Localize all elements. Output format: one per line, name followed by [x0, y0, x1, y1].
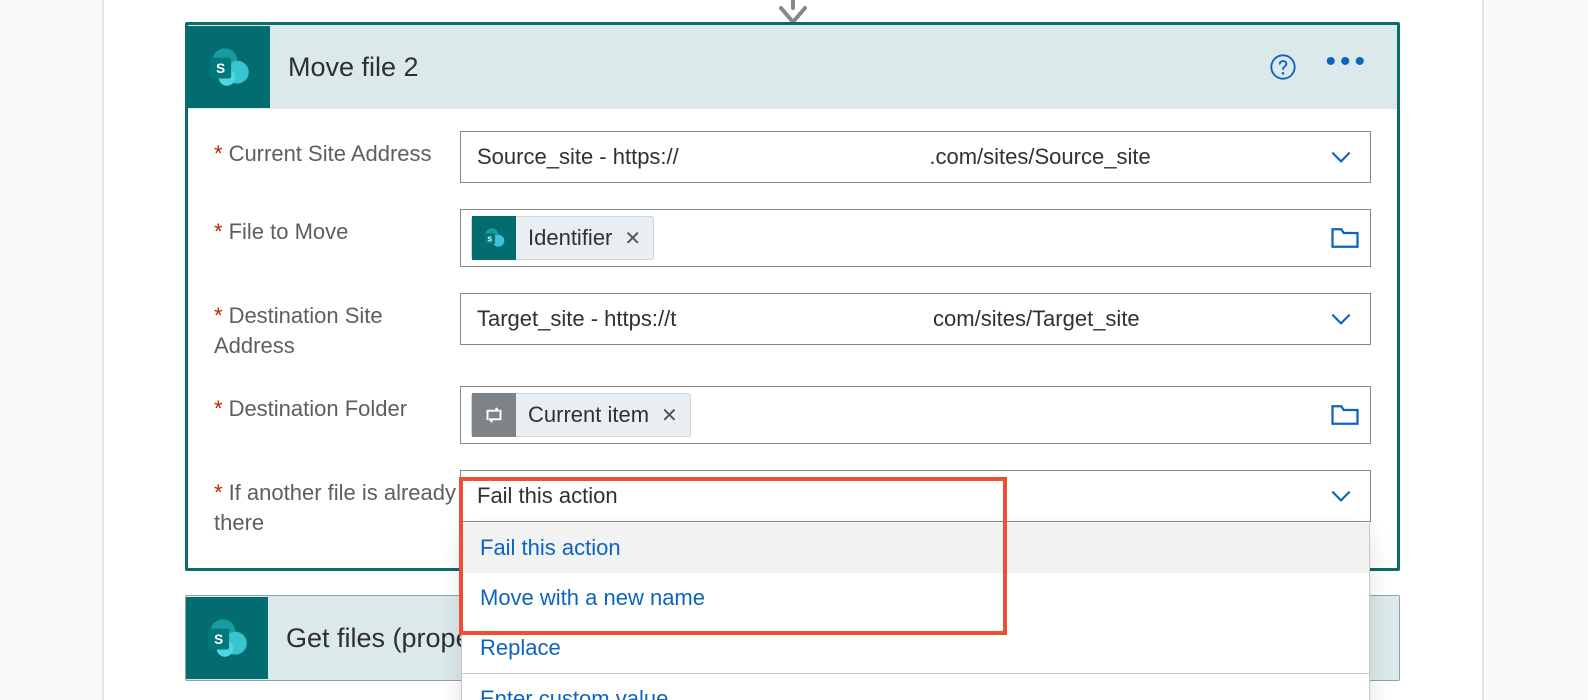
token-identifier[interactable]: S Identifier ✕	[471, 216, 654, 260]
conflict-option[interactable]: Fail this action	[462, 523, 1369, 573]
token-remove-icon[interactable]: ✕	[659, 403, 690, 428]
svg-text:S: S	[487, 236, 492, 243]
sharepoint-small-icon: S	[472, 216, 516, 260]
chevron-down-icon	[1328, 144, 1354, 170]
conflict-dropdown-list: Fail this action Move with a new name Re…	[461, 523, 1370, 700]
destination-folder-input[interactable]: Current item ✕	[460, 386, 1371, 444]
label-file-to-move: *File to Move	[214, 209, 460, 247]
label-destination-folder: *Destination Folder	[214, 386, 460, 424]
svg-text:S: S	[216, 61, 225, 76]
sharepoint-icon: S	[188, 26, 270, 108]
token-current-item[interactable]: Current item ✕	[471, 393, 691, 437]
action-title: Move file 2	[288, 52, 1269, 83]
folder-picker-icon[interactable]	[1330, 402, 1360, 428]
action-card-header[interactable]: S Move file 2 •••	[188, 25, 1397, 109]
folder-picker-icon[interactable]	[1330, 225, 1360, 251]
flow-arrow-down-icon	[773, 0, 813, 24]
loop-icon	[472, 393, 516, 437]
svg-text:S: S	[214, 632, 223, 647]
current-site-dropdown[interactable]: Source_site - https:// .com/sites/Source…	[460, 131, 1371, 183]
sharepoint-icon: S	[186, 597, 268, 679]
chevron-down-icon	[1328, 483, 1354, 509]
conflict-dropdown[interactable]: Fail this action Fail this action Move w…	[460, 470, 1371, 522]
label-current-site: *Current Site Address	[214, 131, 460, 169]
conflict-option[interactable]: Replace	[462, 623, 1369, 673]
label-destination-site: *Destination Site Address	[214, 293, 460, 360]
destination-site-dropdown[interactable]: Target_site - https://t com/sites/Target…	[460, 293, 1371, 345]
action-menu-button[interactable]: •••	[1325, 57, 1369, 77]
token-remove-icon[interactable]: ✕	[622, 226, 653, 251]
chevron-down-icon	[1328, 306, 1354, 332]
action-card-move-file: S Move file 2 ••• *Current Site Address	[185, 22, 1400, 571]
help-icon[interactable]	[1269, 53, 1297, 81]
conflict-custom-value[interactable]: Enter custom value	[462, 674, 1369, 700]
label-conflict-behavior: *If another file is already there	[214, 470, 460, 537]
file-to-move-input[interactable]: S Identifier ✕	[460, 209, 1371, 267]
conflict-option[interactable]: Move with a new name	[462, 573, 1369, 623]
